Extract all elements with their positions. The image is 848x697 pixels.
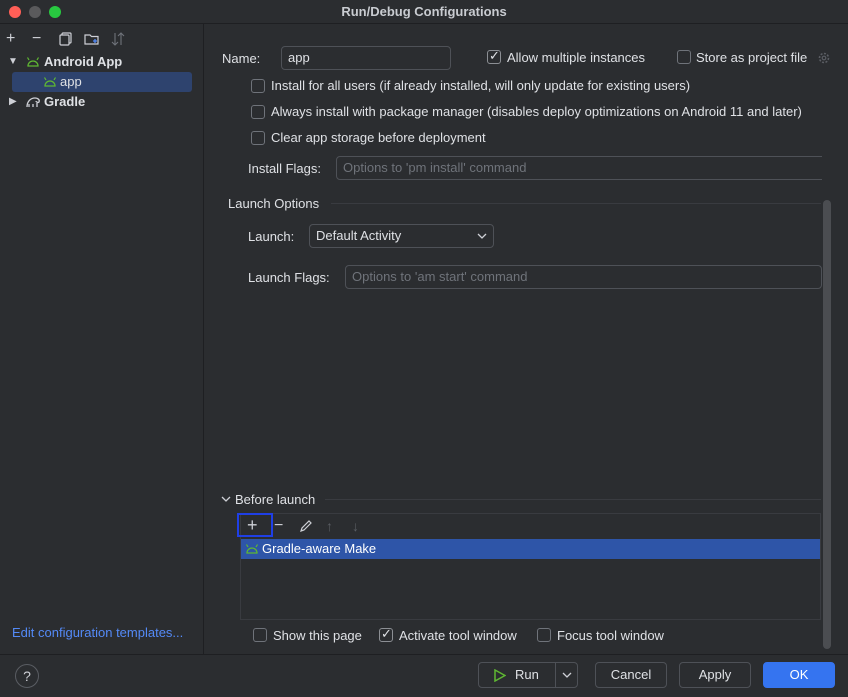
- edit-icon[interactable]: [299, 519, 313, 533]
- focus-tool-window-checkbox[interactable]: [537, 628, 551, 642]
- chevron-down-icon: [477, 233, 487, 239]
- cancel-button[interactable]: Cancel: [595, 662, 667, 688]
- remove-task-icon[interactable]: −: [274, 518, 283, 534]
- chevron-right-icon[interactable]: ▶: [9, 92, 17, 112]
- name-label: Name:: [222, 51, 261, 66]
- run-icon: [494, 669, 506, 682]
- before-launch-heading: Before launch: [235, 492, 316, 507]
- show-this-page-label: Show this page: [273, 628, 362, 643]
- chevron-down-icon[interactable]: [221, 495, 231, 503]
- split-divider: [555, 663, 556, 687]
- allow-multiple-instances-label: Allow multiple instances: [507, 50, 646, 65]
- task-label: Gradle-aware Make: [262, 541, 377, 556]
- window-title: Run/Debug Configurations: [341, 4, 507, 19]
- launch-flags-label: Launch Flags:: [248, 270, 330, 285]
- copy-icon[interactable]: [59, 32, 73, 46]
- store-as-project-file-label: Store as project file: [696, 50, 808, 65]
- checkmark-icon: ✓: [381, 626, 392, 641]
- vertical-scrollbar[interactable]: [823, 200, 831, 649]
- gear-icon[interactable]: [817, 51, 831, 65]
- new-folder-icon[interactable]: [84, 32, 100, 46]
- always-install-package-manager-checkbox[interactable]: [251, 105, 265, 119]
- launch-label: Launch:: [248, 229, 295, 244]
- before-launch-task-row[interactable]: Gradle-aware Make: [241, 539, 820, 559]
- show-this-page-checkbox[interactable]: [253, 628, 267, 642]
- chevron-down-icon[interactable]: [562, 672, 572, 679]
- run-button[interactable]: Run: [478, 662, 578, 688]
- sort-icon[interactable]: [111, 32, 125, 46]
- apply-button[interactable]: Apply: [679, 662, 751, 688]
- help-button[interactable]: ?: [15, 664, 39, 688]
- configuration-tree-panel: + − ▼ Android App app ▶ Gradle Edit conf…: [0, 24, 204, 654]
- ok-button[interactable]: OK: [763, 662, 835, 688]
- launch-dropdown-value: Default Activity: [316, 228, 402, 243]
- tree-item-android-app[interactable]: ▼ Android App: [0, 52, 204, 72]
- allow-multiple-instances-checkbox[interactable]: ✓: [487, 48, 501, 64]
- chevron-down-icon[interactable]: ▼: [8, 52, 18, 72]
- activate-tool-window-label: Activate tool window: [399, 628, 517, 643]
- checkmark-icon: ✓: [489, 48, 500, 63]
- install-flags-input[interactable]: Options to 'pm install' command: [336, 156, 822, 180]
- install-for-all-users-checkbox[interactable]: [251, 79, 265, 93]
- launch-dropdown[interactable]: Default Activity: [309, 224, 494, 248]
- android-icon: [245, 544, 259, 554]
- android-icon: [43, 77, 57, 87]
- section-divider: [325, 499, 821, 500]
- edit-configuration-templates-link[interactable]: Edit configuration templates...: [12, 625, 183, 640]
- remove-configuration-icon[interactable]: −: [32, 31, 41, 47]
- activate-tool-window-checkbox[interactable]: ✓: [379, 626, 393, 642]
- name-field[interactable]: app: [281, 46, 451, 70]
- tree-item-label: app: [60, 74, 82, 89]
- always-install-package-manager-label: Always install with package manager (dis…: [271, 104, 802, 119]
- tree-item-label: Android App: [44, 54, 123, 69]
- tree-item-gradle[interactable]: ▶ Gradle: [0, 92, 204, 112]
- store-as-project-file-checkbox[interactable]: [677, 50, 691, 64]
- gradle-elephant-icon: [26, 97, 40, 108]
- move-up-icon[interactable]: ↑: [326, 518, 333, 534]
- add-configuration-icon[interactable]: +: [6, 31, 15, 47]
- section-divider: [331, 203, 821, 204]
- move-down-icon[interactable]: ↓: [352, 518, 359, 534]
- android-icon: [26, 57, 40, 67]
- clear-app-storage-checkbox[interactable]: [251, 131, 265, 145]
- tree-item-app[interactable]: app: [12, 72, 192, 92]
- launch-options-heading: Launch Options: [228, 196, 320, 211]
- add-task-highlight: [237, 513, 273, 537]
- install-for-all-users-label: Install for all users (if already instal…: [271, 78, 691, 93]
- focus-tool-window-label: Focus tool window: [557, 628, 664, 643]
- clear-app-storage-label: Clear app storage before deployment: [271, 130, 486, 145]
- run-button-label: Run: [515, 667, 539, 682]
- tree-item-label: Gradle: [44, 94, 86, 109]
- title-bar: Run/Debug Configurations: [0, 0, 848, 24]
- install-flags-label: Install Flags:: [248, 161, 321, 176]
- launch-flags-input[interactable]: Options to 'am start' command: [345, 265, 822, 289]
